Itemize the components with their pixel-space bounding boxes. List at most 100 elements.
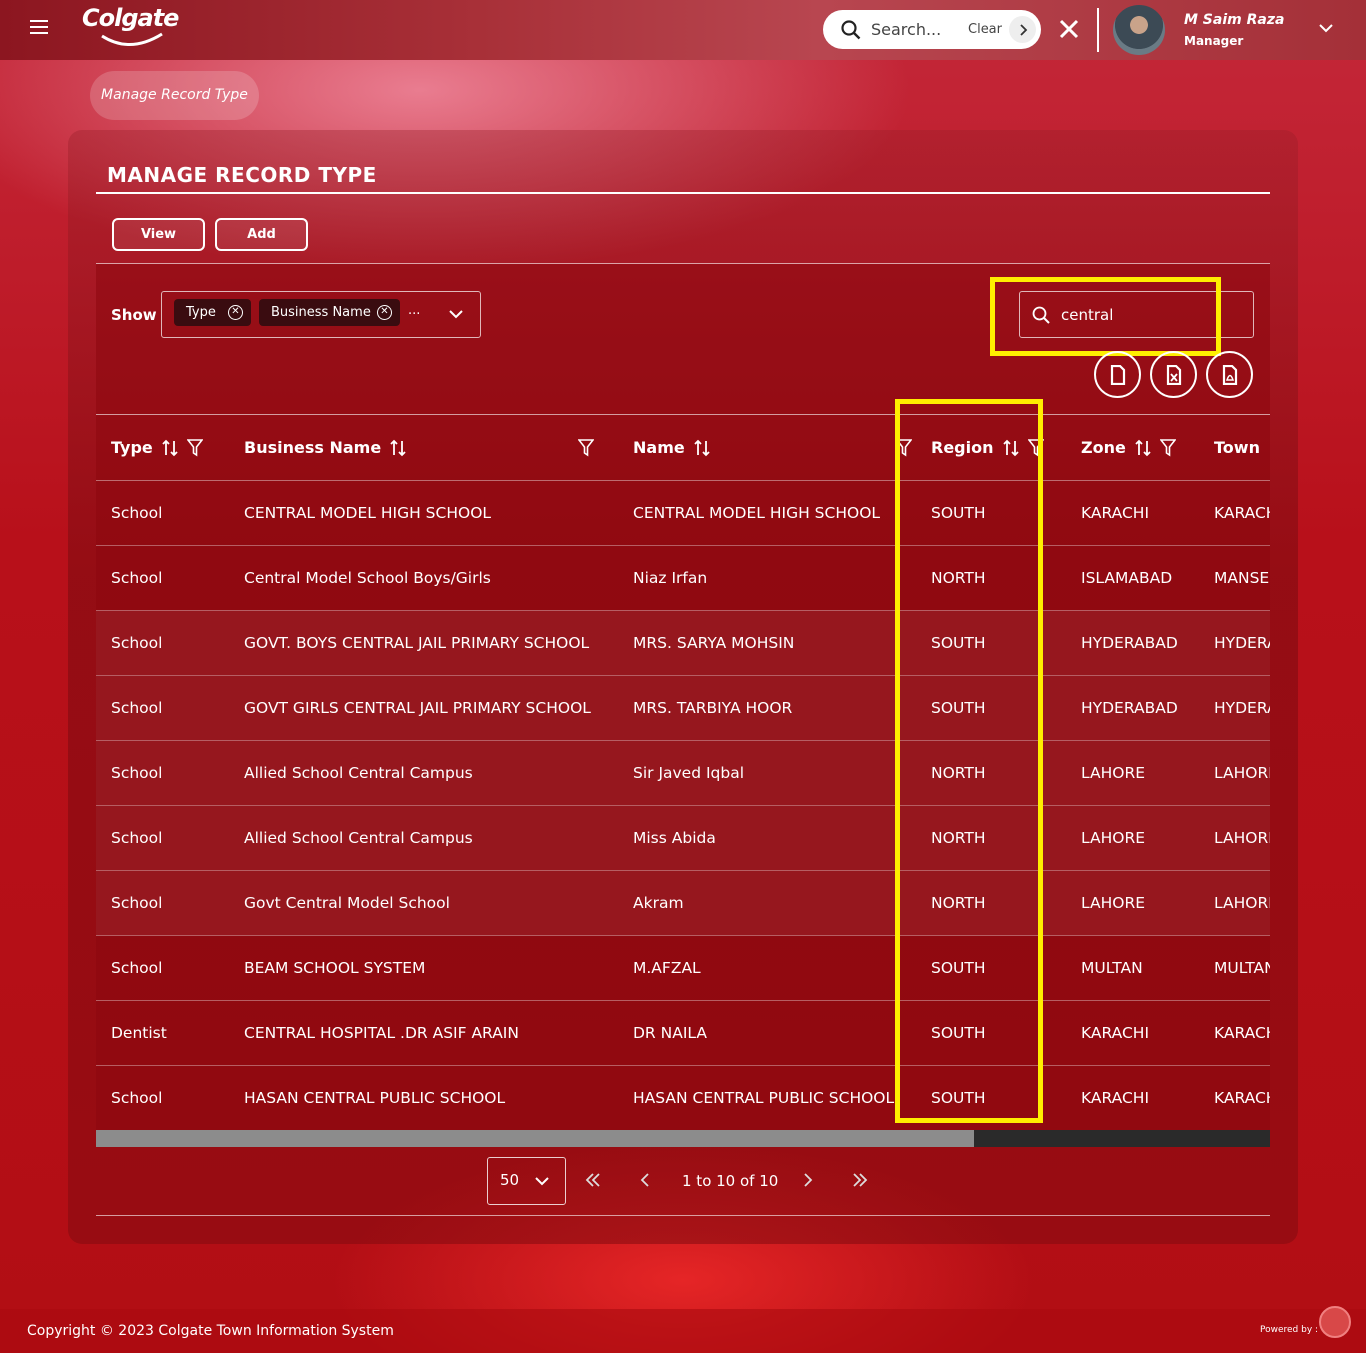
column-label: Business Name bbox=[244, 438, 382, 457]
last-page-icon[interactable] bbox=[851, 1171, 869, 1189]
column-label: Type bbox=[111, 438, 153, 457]
next-page-icon[interactable] bbox=[801, 1171, 815, 1189]
chip-label: Type bbox=[186, 305, 216, 320]
cell-zone: KARACHI bbox=[1066, 1065, 1199, 1130]
export-pdf-button[interactable] bbox=[1206, 351, 1253, 398]
scrollbar-thumb[interactable] bbox=[96, 1130, 974, 1147]
cell-town: HYDERABAD bbox=[1199, 675, 1270, 741]
cell-business-name: GOVT. BOYS CENTRAL JAIL PRIMARY SCHOOL bbox=[229, 610, 618, 676]
filter-icon[interactable] bbox=[1159, 438, 1176, 457]
cell-business-name: Allied School Central Campus bbox=[229, 740, 618, 806]
previous-page-icon[interactable] bbox=[638, 1171, 652, 1189]
filter-icon[interactable] bbox=[1027, 438, 1044, 457]
sort-icon[interactable] bbox=[389, 439, 407, 457]
global-search-box[interactable]: Search... Clear bbox=[823, 10, 1041, 49]
column-label: Town bbox=[1214, 438, 1260, 457]
table-row[interactable]: School Central Model School Boys/Girls N… bbox=[96, 545, 1270, 611]
column-header-business-name[interactable]: Business Name bbox=[229, 414, 618, 481]
table-row[interactable]: School Govt Central Model School Akram N… bbox=[96, 870, 1270, 936]
cell-type: School bbox=[96, 480, 229, 546]
records-table-container[interactable]: Type Business Name Name Region Zone Town… bbox=[96, 414, 1270, 1130]
column-header-zone[interactable]: Zone bbox=[1066, 414, 1199, 481]
breadcrumb[interactable]: Manage Record Type bbox=[90, 71, 259, 120]
table-row[interactable]: School HASAN CENTRAL PUBLIC SCHOOL HASAN… bbox=[96, 1065, 1270, 1130]
cell-business-name: GOVT GIRLS CENTRAL JAIL PRIMARY SCHOOL bbox=[229, 675, 618, 741]
view-button[interactable]: View bbox=[112, 218, 205, 251]
close-icon[interactable] bbox=[1058, 18, 1080, 40]
table-row[interactable]: School BEAM SCHOOL SYSTEM M.AFZAL SOUTH … bbox=[96, 935, 1270, 1001]
column-header-region[interactable]: Region bbox=[916, 414, 1066, 481]
cell-region: SOUTH bbox=[916, 935, 1066, 1001]
cell-region: NORTH bbox=[916, 545, 1066, 611]
cell-town: LAHORE bbox=[1199, 870, 1270, 936]
search-go-button[interactable] bbox=[1009, 16, 1036, 43]
cell-town: LAHORE bbox=[1199, 740, 1270, 806]
filter-icon[interactable] bbox=[578, 439, 594, 457]
chip-business-name[interactable]: Business Name ✕ bbox=[259, 299, 400, 326]
chevron-right-icon bbox=[1019, 23, 1027, 36]
clear-search-button[interactable]: Clear bbox=[968, 22, 1002, 37]
table-row[interactable]: School GOVT. BOYS CENTRAL JAIL PRIMARY S… bbox=[96, 610, 1270, 676]
cell-business-name: CENTRAL HOSPITAL .DR ASIF ARAIN bbox=[229, 1000, 618, 1066]
cell-town: MANSEHRA bbox=[1199, 545, 1270, 611]
table-row[interactable]: School GOVT GIRLS CENTRAL JAIL PRIMARY S… bbox=[96, 675, 1270, 741]
cell-name: Niaz Irfan bbox=[618, 545, 916, 611]
cell-zone: LAHORE bbox=[1066, 740, 1199, 806]
column-header-type[interactable]: Type bbox=[96, 414, 229, 481]
global-search-input[interactable]: Search... bbox=[871, 20, 941, 39]
first-page-icon[interactable] bbox=[584, 1171, 602, 1189]
chevron-down-icon[interactable] bbox=[1318, 22, 1334, 34]
page-info: 1 to 10 of 10 bbox=[682, 1172, 779, 1190]
pager-divider bbox=[96, 1215, 1270, 1216]
table-row[interactable]: School Allied School Central Campus Sir … bbox=[96, 740, 1270, 806]
cell-zone: LAHORE bbox=[1066, 805, 1199, 871]
cell-name: Miss Abida bbox=[618, 805, 916, 871]
cell-zone: KARACHI bbox=[1066, 1000, 1199, 1066]
cell-town: KARACHI bbox=[1199, 1065, 1270, 1130]
export-excel-button[interactable] bbox=[1150, 351, 1197, 398]
sort-icon[interactable] bbox=[693, 439, 711, 457]
filter-icon[interactable] bbox=[186, 438, 203, 457]
search-highlight-box bbox=[990, 277, 1221, 356]
logo-swoosh-icon bbox=[101, 32, 163, 46]
column-header-name[interactable]: Name bbox=[618, 414, 916, 481]
page-title: MANAGE RECORD TYPE bbox=[107, 163, 377, 187]
pdf-file-icon bbox=[1222, 364, 1237, 385]
chevron-down-icon[interactable] bbox=[448, 308, 464, 320]
remove-chip-icon[interactable]: ✕ bbox=[377, 305, 392, 320]
powered-by-logo[interactable] bbox=[1319, 1306, 1351, 1338]
cell-name: MRS. TARBIYA HOOR bbox=[618, 675, 916, 741]
sort-icon[interactable] bbox=[1134, 439, 1152, 457]
table-row[interactable]: School CENTRAL MODEL HIGH SCHOOL CENTRAL… bbox=[96, 480, 1270, 546]
user-avatar[interactable] bbox=[1113, 5, 1165, 55]
export-file-button[interactable] bbox=[1094, 351, 1141, 398]
colgate-logo[interactable]: Colgate bbox=[82, 4, 179, 32]
cell-town: LAHORE bbox=[1199, 805, 1270, 871]
page-size-select[interactable]: 50 bbox=[487, 1157, 566, 1205]
cell-region: SOUTH bbox=[916, 675, 1066, 741]
cell-name: Sir Javed Iqbal bbox=[618, 740, 916, 806]
cell-zone: HYDERABAD bbox=[1066, 610, 1199, 676]
column-header-town[interactable]: Town bbox=[1199, 414, 1270, 481]
cell-name: M.AFZAL bbox=[618, 935, 916, 1001]
hamburger-menu-icon[interactable] bbox=[30, 20, 48, 36]
filter-icon[interactable] bbox=[896, 439, 912, 457]
cell-zone: KARACHI bbox=[1066, 480, 1199, 546]
cell-type: School bbox=[96, 870, 229, 936]
cell-region: NORTH bbox=[916, 805, 1066, 871]
chip-type[interactable]: Type ✕ bbox=[174, 299, 251, 326]
cell-type: School bbox=[96, 675, 229, 741]
horizontal-scrollbar[interactable] bbox=[96, 1130, 1270, 1147]
page-size-value: 50 bbox=[500, 1171, 520, 1189]
add-button[interactable]: Add bbox=[215, 218, 308, 251]
remove-chip-icon[interactable]: ✕ bbox=[228, 305, 243, 320]
table-row[interactable]: Dentist CENTRAL HOSPITAL .DR ASIF ARAIN … bbox=[96, 1000, 1270, 1066]
cell-type: School bbox=[96, 1065, 229, 1130]
cell-business-name: Allied School Central Campus bbox=[229, 805, 618, 871]
cell-business-name: Central Model School Boys/Girls bbox=[229, 545, 618, 611]
cell-type: School bbox=[96, 545, 229, 611]
search-icon bbox=[841, 20, 861, 40]
table-row[interactable]: School Allied School Central Campus Miss… bbox=[96, 805, 1270, 871]
sort-icon[interactable] bbox=[161, 439, 179, 457]
sort-icon[interactable] bbox=[1002, 439, 1020, 457]
